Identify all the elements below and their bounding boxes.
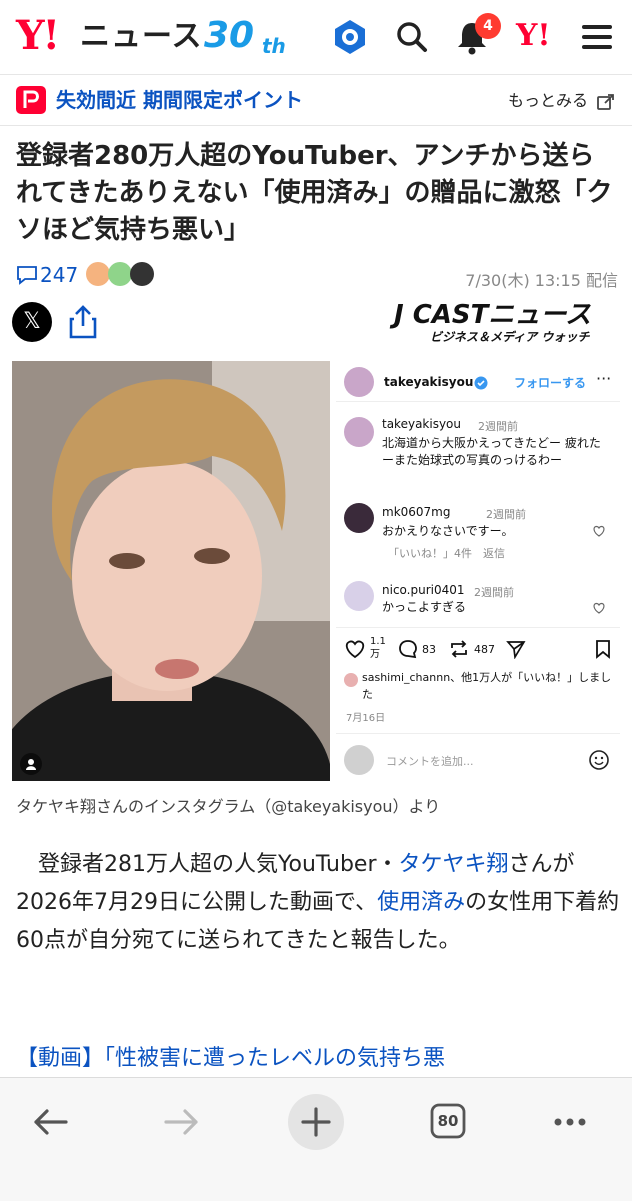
promo-banner[interactable]: 失効間近 期間限定ポイント もっとみる xyxy=(0,75,632,126)
point-icon[interactable] xyxy=(330,17,370,57)
ig-comment-user[interactable]: mk0607mg xyxy=(382,505,450,519)
person-link[interactable]: タケヤキ翔 xyxy=(399,852,509,877)
ig-comment-time: 2週間前 xyxy=(474,586,514,599)
like-icon[interactable] xyxy=(344,639,366,659)
like-count: 1.1 万 xyxy=(370,636,386,660)
article-body: 登録者281万人超の人気YouTuber・タケヤキ翔さんが2026年7月29日に… xyxy=(16,846,620,960)
yahoo-logo[interactable]: Y! xyxy=(16,14,60,58)
divider xyxy=(336,627,620,628)
ig-follow-button[interactable]: フォローする xyxy=(514,374,586,391)
my-avatar xyxy=(344,745,374,775)
repost-icon[interactable] xyxy=(448,639,470,659)
ig-comment-avatar xyxy=(344,581,374,611)
tab-count: 80 xyxy=(437,1112,459,1130)
ig-post-date: 7月16日 xyxy=(346,713,386,724)
publish-date: 7/30(木) 13:15 配信 xyxy=(465,271,618,290)
anniversary-logo: 30 xyxy=(204,15,255,56)
share-icon[interactable] xyxy=(66,304,100,340)
notification-badge: 4 xyxy=(475,13,501,39)
jcast-logo-text: J CASTニュース xyxy=(394,300,592,330)
portrait-image xyxy=(12,361,330,781)
related-video-link[interactable]: 【動画】「性被害に遭ったレベルの気持ち悪 xyxy=(16,1043,445,1075)
ig-username[interactable]: takeyakisyou xyxy=(384,375,473,389)
ig-comment-count: 83 xyxy=(422,643,436,656)
back-icon[interactable] xyxy=(20,1092,80,1152)
more-menu-icon[interactable] xyxy=(540,1092,600,1152)
more-options-icon[interactable]: ··· xyxy=(596,369,611,388)
bookmark-icon[interactable] xyxy=(594,639,612,659)
ig-comment-text: かっこよすぎる xyxy=(382,600,467,614)
reaction-face-icon xyxy=(108,262,132,286)
app-header: Y! ニュース 30 th 4 Y! xyxy=(0,0,632,75)
jcast-logo[interactable]: J CASTニュース ビジネス＆メディア ウォッチ xyxy=(394,300,614,344)
instagram-embed: takeyakisyou フォローする ··· takeyakisyou 2週間… xyxy=(336,361,620,781)
menu-icon[interactable] xyxy=(578,17,618,57)
ig-comment-user[interactable]: nico.puri0401 xyxy=(382,583,465,597)
promo-more-link[interactable]: もっとみる xyxy=(508,91,588,111)
tabs-icon[interactable]: 80 xyxy=(418,1092,478,1152)
body-text: 登録者281万人超の人気YouTuber・ xyxy=(38,852,399,877)
anniversary-logo-suffix: th xyxy=(262,34,286,58)
search-icon[interactable] xyxy=(392,17,432,57)
ig-post-text: 北海道から大阪かえってきたどー 疲れたーまた始球式の写真のっけるわー xyxy=(382,436,601,467)
ig-post-avatar xyxy=(344,417,374,447)
emoji-icon[interactable] xyxy=(588,749,610,771)
heart-icon[interactable] xyxy=(592,523,606,537)
ig-comment-meta[interactable]: 「いいね！」4件 返信 xyxy=(388,545,505,561)
liker-avatar xyxy=(344,673,358,687)
reaction-face-icon xyxy=(130,262,154,286)
new-tab-icon[interactable] xyxy=(286,1092,346,1152)
liked-by-text: sashimi_channn、他1万人が「いいね！」しました xyxy=(362,671,612,701)
ig-post-user[interactable]: takeyakisyou xyxy=(382,417,461,431)
ig-post-time: 2週間前 xyxy=(478,420,518,433)
comment-icon[interactable] xyxy=(398,639,418,659)
jcast-tagline: ビジネス＆メディア ウォッチ xyxy=(430,330,590,344)
ig-comment-time: 2週間前 xyxy=(486,508,526,521)
reaction-face-icon xyxy=(86,262,110,286)
article-title: 登録者280万人超のYouTuber、アンチから送られてきたありえない「使用済み… xyxy=(16,141,613,245)
ig-comment-avatar xyxy=(344,503,374,533)
repost-count: 487 xyxy=(474,643,495,656)
heart-icon[interactable] xyxy=(592,600,606,614)
ig-comment-text: おかえりなさいですー。 xyxy=(382,524,514,538)
promo-text: 失効間近 期間限定ポイント xyxy=(56,88,303,112)
photo-caption: タケヤキ翔さんのインスタグラム（@takeyakisyou）より xyxy=(16,797,441,816)
article-photo[interactable] xyxy=(12,361,330,781)
forward-icon[interactable] xyxy=(152,1092,212,1152)
user-tag-icon[interactable] xyxy=(20,753,42,775)
browser-bottom-bar: 80 xyxy=(0,1077,632,1201)
ig-comment-input[interactable]: コメントを追加... xyxy=(386,753,474,769)
comment-icon xyxy=(16,264,38,286)
topic-link[interactable]: 使用済み xyxy=(377,890,465,915)
paypay-icon xyxy=(16,86,46,114)
ig-profile-avatar[interactable] xyxy=(344,367,374,397)
divider xyxy=(336,401,620,402)
yahoo-top-icon[interactable]: Y! xyxy=(516,18,551,54)
x-share-icon[interactable]: 𝕏 xyxy=(12,302,52,342)
external-link-icon xyxy=(596,92,616,112)
verified-icon xyxy=(474,375,488,390)
divider xyxy=(336,733,620,734)
send-icon[interactable] xyxy=(506,639,526,660)
comment-count[interactable]: 247 xyxy=(40,262,78,288)
news-logo-text[interactable]: ニュース xyxy=(80,19,203,55)
